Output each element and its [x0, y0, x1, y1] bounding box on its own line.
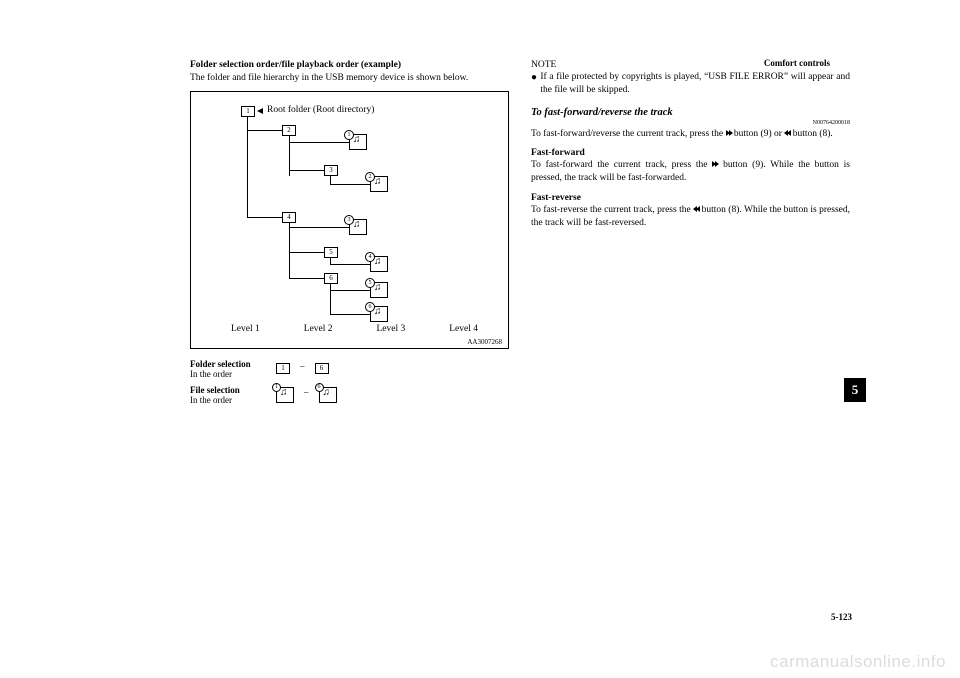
right-column: NOTE ● If a file protected by copyrights…: [531, 60, 850, 411]
legend: Folder selection In the order 1 – 6 File…: [190, 359, 509, 405]
file-number: 3: [344, 215, 354, 225]
folder-icon: 2: [282, 125, 296, 136]
file-number: 5: [365, 278, 375, 288]
diagram-code: AA3007268: [467, 338, 502, 346]
intro-text: The folder and file hierarchy in the USB…: [190, 72, 509, 85]
file-number: 6: [315, 383, 324, 392]
watermark: carmanualsonline.info: [770, 652, 946, 672]
note-label: NOTE: [531, 60, 850, 70]
folder-icon: 5: [324, 247, 338, 258]
fast-reverse-title: Fast-reverse: [531, 193, 850, 203]
fast-forward-body: To fast-forward the current track, press…: [531, 159, 850, 185]
paragraph: To fast-forward/reverse the current trac…: [531, 128, 850, 141]
legend-title: File selection: [190, 385, 240, 395]
music-file-icon: 1: [276, 387, 294, 403]
level-label: Level 1: [231, 324, 260, 334]
file-number: 6: [365, 302, 375, 312]
folder-icon: 1: [276, 363, 290, 374]
fast-reverse-body: To fast-reverse the current track, press…: [531, 204, 850, 230]
music-file-icon: 6: [319, 387, 337, 403]
legend-title: Folder selection: [190, 359, 251, 369]
page-content: Folder selection order/file playback ord…: [0, 0, 960, 441]
level-labels: Level 1 Level 2 Level 3 Level 4: [231, 324, 478, 334]
level-label: Level 2: [304, 324, 333, 334]
file-number: 2: [365, 172, 375, 182]
level-label: Level 4: [449, 324, 478, 334]
tree-graphic: 1 Root folder (Root directory) 2 1 3: [199, 100, 500, 320]
file-number: 1: [272, 383, 281, 392]
folder-selection-legend: Folder selection In the order 1 – 6: [190, 359, 509, 379]
folder-icon: 3: [324, 165, 338, 176]
subheading: To fast-forward/reverse the track: [531, 107, 850, 118]
left-column: Folder selection order/file playback ord…: [190, 60, 509, 411]
section-title: Folder selection order/file playback ord…: [190, 60, 509, 70]
arrow-icon: [257, 108, 263, 114]
folder-icon: 4: [282, 212, 296, 223]
section-tab: 5: [844, 378, 866, 402]
bullet-icon: ●: [531, 71, 540, 97]
folder-icon: 6: [315, 363, 329, 374]
file-selection-legend: File selection In the order 1 – 6: [190, 385, 509, 405]
file-number: 1: [344, 130, 354, 140]
folder-icon: 1: [241, 106, 255, 117]
file-number: 4: [365, 252, 375, 262]
dash-separator: –: [304, 387, 309, 397]
dash-separator: –: [300, 361, 305, 371]
level-label: Level 3: [376, 324, 405, 334]
page-number: 5-123: [831, 612, 852, 622]
legend-subtitle: In the order: [190, 395, 232, 405]
legend-subtitle: In the order: [190, 369, 232, 379]
root-folder-label: Root folder (Root directory): [267, 105, 374, 115]
note-text: If a file protected by copyrights is pla…: [540, 71, 850, 97]
folder-hierarchy-diagram: 1 Root folder (Root directory) 2 1 3: [190, 91, 509, 349]
folder-icon: 6: [324, 273, 338, 284]
reference-code: N00764200018: [531, 120, 850, 126]
note-bullet: ● If a file protected by copyrights is p…: [531, 71, 850, 97]
fast-forward-title: Fast-forward: [531, 148, 850, 158]
